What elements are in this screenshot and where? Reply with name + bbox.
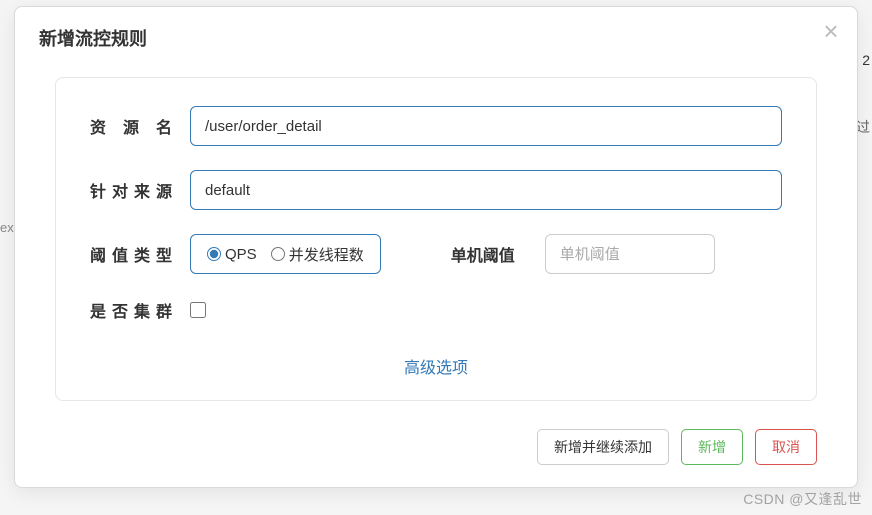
origin-input[interactable] — [190, 170, 782, 210]
threshold-type-group: QPS 并发线程数 — [190, 234, 381, 274]
modal-header: 新增流控规则 × — [15, 7, 857, 65]
add-continue-button[interactable]: 新增并继续添加 — [537, 429, 669, 465]
threshold-value-input[interactable] — [545, 234, 715, 274]
bg-text-1: 2 — [862, 52, 870, 68]
threshold-type-label: 阈值类型 — [90, 242, 190, 266]
threshold-value-label: 单机阈值 — [451, 242, 515, 266]
radio-qps-input[interactable] — [207, 247, 221, 261]
close-icon[interactable]: × — [817, 17, 845, 45]
resource-label: 资源名 — [90, 114, 190, 138]
form-panel: 资源名 针对来源 阈值类型 QPS 并发线程数 — [55, 77, 817, 401]
flow-rule-modal: 新增流控规则 × 资源名 针对来源 阈值类型 QPS — [14, 6, 858, 488]
add-button[interactable]: 新增 — [681, 429, 743, 465]
cluster-label: 是否集群 — [90, 298, 190, 322]
modal-title: 新增流控规则 — [39, 25, 833, 51]
radio-thread[interactable]: 并发线程数 — [271, 244, 364, 265]
cluster-row: 是否集群 — [90, 298, 782, 322]
origin-row: 针对来源 — [90, 170, 782, 210]
bg-text-2: 过 — [856, 117, 870, 137]
bg-text-3: ex — [0, 220, 14, 235]
modal-footer: 新增并继续添加 新增 取消 — [15, 413, 857, 487]
cluster-checkbox[interactable] — [190, 302, 206, 318]
resource-input[interactable] — [190, 106, 782, 146]
origin-label: 针对来源 — [90, 178, 190, 202]
radio-qps-label: QPS — [225, 246, 257, 263]
modal-body: 资源名 针对来源 阈值类型 QPS 并发线程数 — [15, 65, 857, 413]
threshold-row: 阈值类型 QPS 并发线程数 单机阈值 — [90, 234, 782, 274]
watermark-text: CSDN @又逢乱世 — [743, 489, 862, 509]
radio-thread-label: 并发线程数 — [289, 244, 364, 265]
radio-thread-input[interactable] — [271, 247, 285, 261]
resource-row: 资源名 — [90, 106, 782, 146]
advanced-options-link[interactable]: 高级选项 — [90, 346, 782, 382]
cancel-button[interactable]: 取消 — [755, 429, 817, 465]
radio-qps[interactable]: QPS — [207, 246, 257, 263]
